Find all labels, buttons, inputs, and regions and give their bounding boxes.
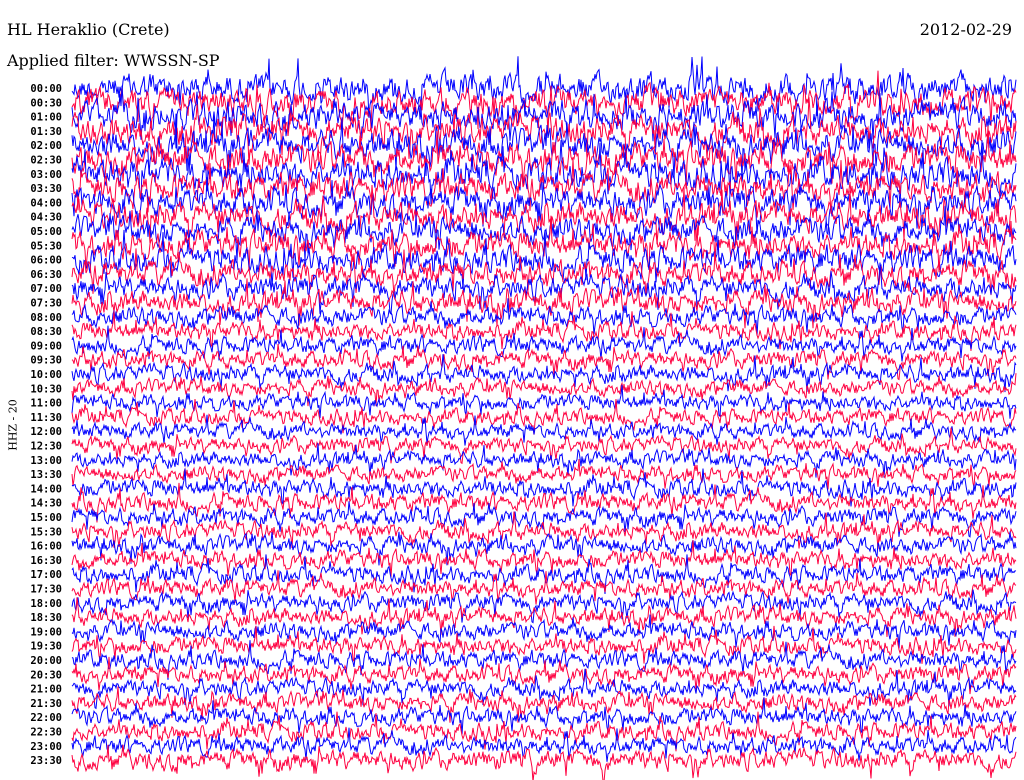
row-time-label: 19:00 (30, 626, 62, 638)
row-time-label: 16:30 (30, 555, 62, 567)
row-time-label: 02:00 (30, 140, 62, 152)
row-time-label: 11:00 (30, 398, 62, 410)
row-time-label: 21:00 (30, 684, 62, 696)
row-time-label: 16:00 (30, 541, 62, 553)
row-time-label: 10:30 (30, 383, 62, 395)
row-time-label: 00:00 (30, 83, 62, 95)
row-time-label: 08:00 (30, 312, 62, 324)
row-time-label: 20:30 (30, 669, 62, 681)
row-time-label: 05:00 (30, 226, 62, 238)
row-time-label: 15:30 (30, 526, 62, 538)
row-time-label: 03:30 (30, 183, 62, 195)
row-time-label: 11:30 (30, 412, 62, 424)
row-time-label: 00:30 (30, 97, 62, 109)
trace-0000 (71, 56, 1017, 118)
row-time-label: 22:30 (30, 727, 62, 739)
row-time-label: 20:00 (30, 655, 62, 667)
row-time-label: 15:00 (30, 512, 62, 524)
row-time-label: 07:30 (30, 298, 62, 310)
row-time-label: 10:00 (30, 369, 62, 381)
row-time-label: 04:00 (30, 197, 62, 209)
row-time-label: 04:30 (30, 212, 62, 224)
trace-1800 (71, 589, 1017, 624)
row-time-label: 13:00 (30, 455, 62, 467)
trace-1400 (71, 468, 1017, 507)
row-time-label: 17:00 (30, 569, 62, 581)
row-time-label: 18:30 (30, 612, 62, 624)
row-time-label: 18:00 (30, 598, 62, 610)
row-time-label: 19:30 (30, 641, 62, 653)
helicorder-plot: 00:00 00:30 01:00 01:30 02:00 02:30 03:00 03:30… (30, 56, 1017, 780)
row-time-label: 06:00 (30, 255, 62, 267)
trace-1300 (71, 443, 1017, 478)
row-time-label: 02:30 (30, 155, 62, 167)
row-time-label: 12:00 (30, 426, 62, 438)
row-time-label: 14:30 (30, 498, 62, 510)
row-time-label: 09:00 (30, 340, 62, 352)
row-time-label: 21:30 (30, 698, 62, 710)
row-time-label: 09:30 (30, 355, 62, 367)
row-time-label: 03:00 (30, 169, 62, 181)
row-time-label: 01:30 (30, 126, 62, 138)
row-time-label: 07:00 (30, 283, 62, 295)
row-time-label: 12:30 (30, 441, 62, 453)
row-time-label: 05:30 (30, 240, 62, 252)
row-time-label: 17:30 (30, 584, 62, 596)
row-time-label: 22:00 (30, 712, 62, 724)
trace-2330 (71, 744, 1017, 780)
row-time-label: 14:00 (30, 483, 62, 495)
row-time-label: 08:30 (30, 326, 62, 338)
row-time-label: 13:30 (30, 469, 62, 481)
trace-1930 (71, 625, 1017, 664)
row-time-label: 23:30 (30, 755, 62, 767)
row-time-label: 01:00 (30, 112, 62, 124)
row-time-label: 23:00 (30, 741, 62, 753)
row-time-label: 06:30 (30, 269, 62, 281)
